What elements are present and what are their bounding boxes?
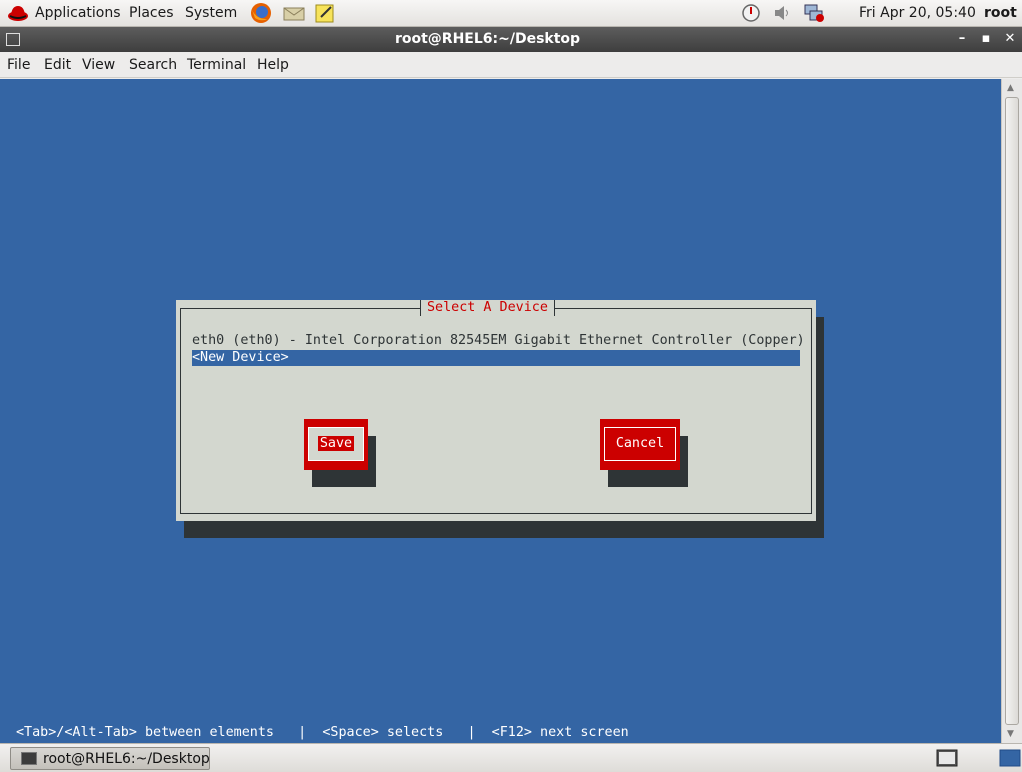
device-list-item-eth0[interactable]: eth0 (eth0) - Intel Corporation 82545EM … bbox=[192, 333, 805, 349]
applications-menu[interactable]: Applications bbox=[35, 5, 121, 21]
minimize-icon[interactable]: – bbox=[953, 30, 971, 48]
select-device-dialog: Select A Device eth0 (eth0) - Intel Corp… bbox=[176, 300, 816, 521]
save-button-face[interactable]: Save bbox=[308, 427, 364, 461]
maximize-icon[interactable]: ▪ bbox=[977, 30, 995, 48]
scroll-up-icon[interactable]: ▲ bbox=[1007, 83, 1014, 93]
firefox-icon[interactable] bbox=[249, 2, 273, 24]
volume-icon[interactable] bbox=[772, 3, 794, 23]
device-list-item-new-device[interactable]: <New Device> bbox=[192, 350, 800, 366]
places-menu[interactable]: Places bbox=[129, 5, 174, 21]
menu-edit[interactable]: Edit bbox=[44, 57, 71, 73]
menu-view[interactable]: View bbox=[82, 57, 115, 73]
window-titlebar[interactable]: root@RHEL6:~/Desktop – ▪ ✕ bbox=[0, 27, 1022, 52]
dialog-title: Select A Device bbox=[420, 300, 555, 316]
taskbar-terminal-button[interactable]: root@RHEL6:~/Desktop bbox=[10, 747, 210, 770]
notes-icon[interactable] bbox=[313, 2, 337, 24]
menu-terminal[interactable]: Terminal bbox=[187, 57, 246, 73]
top-panel: Applications Places System Fri Apr 20, 0… bbox=[0, 0, 1022, 27]
menu-file[interactable]: File bbox=[7, 57, 30, 73]
show-desktop-icon[interactable] bbox=[936, 749, 958, 767]
taskbar-terminal-label: root@RHEL6:~/Desktop bbox=[43, 751, 210, 767]
scroll-down-icon[interactable]: ▼ bbox=[1007, 729, 1014, 739]
terminal-icon bbox=[21, 752, 37, 765]
close-icon[interactable]: ✕ bbox=[1001, 30, 1019, 48]
menu-search[interactable]: Search bbox=[129, 57, 177, 73]
cancel-button-label: Cancel bbox=[604, 427, 676, 461]
help-line: <Tab>/<Alt-Tab> between elements | <Spac… bbox=[16, 725, 629, 740]
scrollbar-thumb[interactable] bbox=[1005, 97, 1019, 725]
bottom-taskbar: root@RHEL6:~/Desktop bbox=[0, 743, 1022, 772]
mail-icon[interactable] bbox=[282, 2, 306, 24]
save-button[interactable]: Save bbox=[304, 419, 368, 470]
update-indicator-icon[interactable] bbox=[740, 3, 762, 23]
menu-help[interactable]: Help bbox=[257, 57, 289, 73]
network-disconnected-icon[interactable] bbox=[803, 3, 825, 23]
clock[interactable]: Fri Apr 20, 05:40 bbox=[859, 5, 976, 21]
save-button-label: Save bbox=[317, 436, 355, 451]
terminal-area[interactable]: Select A Device eth0 (eth0) - Intel Corp… bbox=[0, 79, 1001, 743]
terminal-menubar: File Edit View Search Terminal Help bbox=[0, 52, 1022, 78]
system-menu[interactable]: System bbox=[185, 5, 237, 21]
terminal-scrollbar[interactable]: ▲ ▼ bbox=[1001, 79, 1022, 743]
cancel-button[interactable]: Cancel bbox=[600, 419, 680, 470]
redhat-logo-icon[interactable] bbox=[7, 3, 29, 23]
workspace-switcher-icon[interactable] bbox=[999, 749, 1021, 767]
window-title: root@RHEL6:~/Desktop bbox=[394, 31, 581, 47]
user-menu[interactable]: root bbox=[984, 5, 1017, 21]
